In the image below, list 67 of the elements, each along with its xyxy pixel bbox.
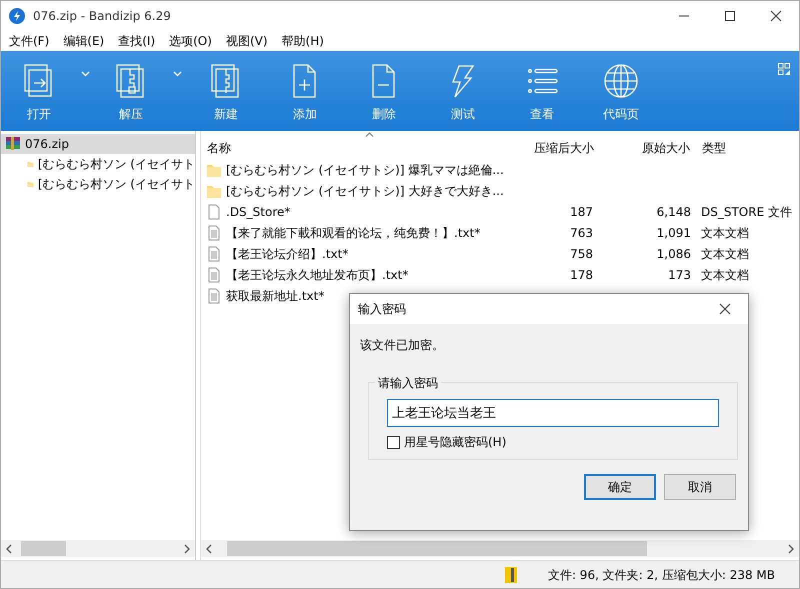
archive-icon (504, 566, 518, 584)
caret-icon[interactable] (80, 71, 90, 77)
file-type: 文本文档 (701, 226, 749, 240)
scrollbar-thumb[interactable] (227, 541, 647, 556)
file-type: 文本文档 (701, 246, 749, 260)
file-name[interactable]: [むらむら村ソン (イセイサトシ)] 大好きで大好き... (226, 182, 504, 200)
file-name[interactable]: 【老王论坛永久地址发布页】.txt* (226, 266, 408, 284)
toolbar-button[interactable]: 解压 (93, 63, 169, 123)
column-header[interactable]: 名称 (201, 131, 528, 159)
tree-item[interactable]: [むらむら村ソン (イセイサト (1, 154, 195, 174)
column-header[interactable]: 原始大小 (598, 131, 696, 159)
toolbar-button[interactable]: 删除 (346, 63, 422, 123)
tree-item[interactable]: 076.zip (1, 134, 195, 154)
toolbar-button[interactable]: 代码页 (583, 63, 659, 123)
file-name[interactable]: 【来了就能下載和观看的论坛，纯免费！】.txt* (226, 224, 480, 242)
menu-item[interactable]: 编辑(E) (59, 32, 108, 50)
original-size: 1,091 (656, 226, 691, 240)
text-file-icon (206, 224, 222, 240)
checkbox-label[interactable]: 用星号隐藏密码(H) (404, 433, 506, 451)
packed-size: 178 (570, 268, 593, 282)
dialog-title: 输入密码 (358, 301, 406, 318)
toolbar-button[interactable]: 测试 (425, 63, 501, 123)
layout-icon[interactable] (778, 63, 790, 75)
toolbar-button[interactable]: 打开 (1, 63, 77, 123)
file-name[interactable]: [むらむら村ソン (イセイサトシ)] 爆乳ママは絶倫... (226, 160, 504, 178)
dialog-button[interactable]: 取消 (664, 474, 736, 500)
original-size: 1,086 (656, 246, 691, 260)
window-title: 076.zip - Bandizip 6.29 (33, 8, 171, 25)
column-header[interactable]: 压缩后大小 (528, 131, 598, 159)
file-name[interactable]: .DS_Store* (226, 202, 290, 220)
app-logo-icon (9, 8, 25, 24)
file-type: DS_STORE 文件 (701, 204, 792, 218)
packed-size: 187 (570, 204, 593, 218)
caret-icon[interactable] (172, 71, 182, 77)
file-icon (206, 204, 222, 220)
scrollbar-thumb[interactable] (21, 541, 66, 556)
checkbox[interactable] (387, 436, 400, 448)
menu-item[interactable]: 帮助(H) (278, 32, 328, 50)
file-name[interactable]: 获取最新地址.txt* (226, 286, 324, 304)
menu-item[interactable]: 文件(F) (5, 32, 54, 50)
dialog-button[interactable]: 确定 (584, 474, 656, 500)
column-header[interactable]: 类型 (696, 131, 799, 159)
menu-item[interactable]: 视图(V) (222, 32, 272, 50)
password-field[interactable]: 上老王论坛当老王 (387, 399, 719, 427)
globe-icon (603, 63, 639, 99)
original-size: 173 (668, 268, 691, 282)
maximize-icon[interactable] (723, 10, 737, 22)
file-name[interactable]: 【老王论坛介绍】.txt* (226, 244, 348, 262)
toolbar-button[interactable]: 新建 (188, 63, 264, 123)
menu-item[interactable]: 查找(I) (114, 32, 160, 50)
packed-size: 763 (570, 226, 593, 240)
menu-item[interactable]: 选项(O) (165, 32, 216, 50)
group-label: 请输入密码 (375, 374, 441, 392)
close-icon[interactable] (769, 10, 783, 22)
toolbar-button[interactable]: 添加 (267, 63, 343, 123)
toolbar-button[interactable]: 查看 (504, 63, 580, 123)
file-type: 文本文档 (701, 268, 749, 282)
packed-size: 758 (570, 246, 593, 260)
status-text: 文件: 96, 文件夹: 2, 压缩包大小: 238 MB (548, 566, 775, 584)
tree-item[interactable]: [むらむら村ソン (イセイサト (1, 174, 195, 194)
text-file-icon (206, 246, 222, 262)
dialog-message: 该文件已加密。 (359, 337, 445, 354)
original-size: 6,148 (656, 204, 691, 218)
archive-icon (5, 136, 21, 152)
text-file-icon (206, 266, 222, 282)
text-file-icon (206, 288, 222, 304)
close-icon[interactable] (718, 303, 732, 315)
